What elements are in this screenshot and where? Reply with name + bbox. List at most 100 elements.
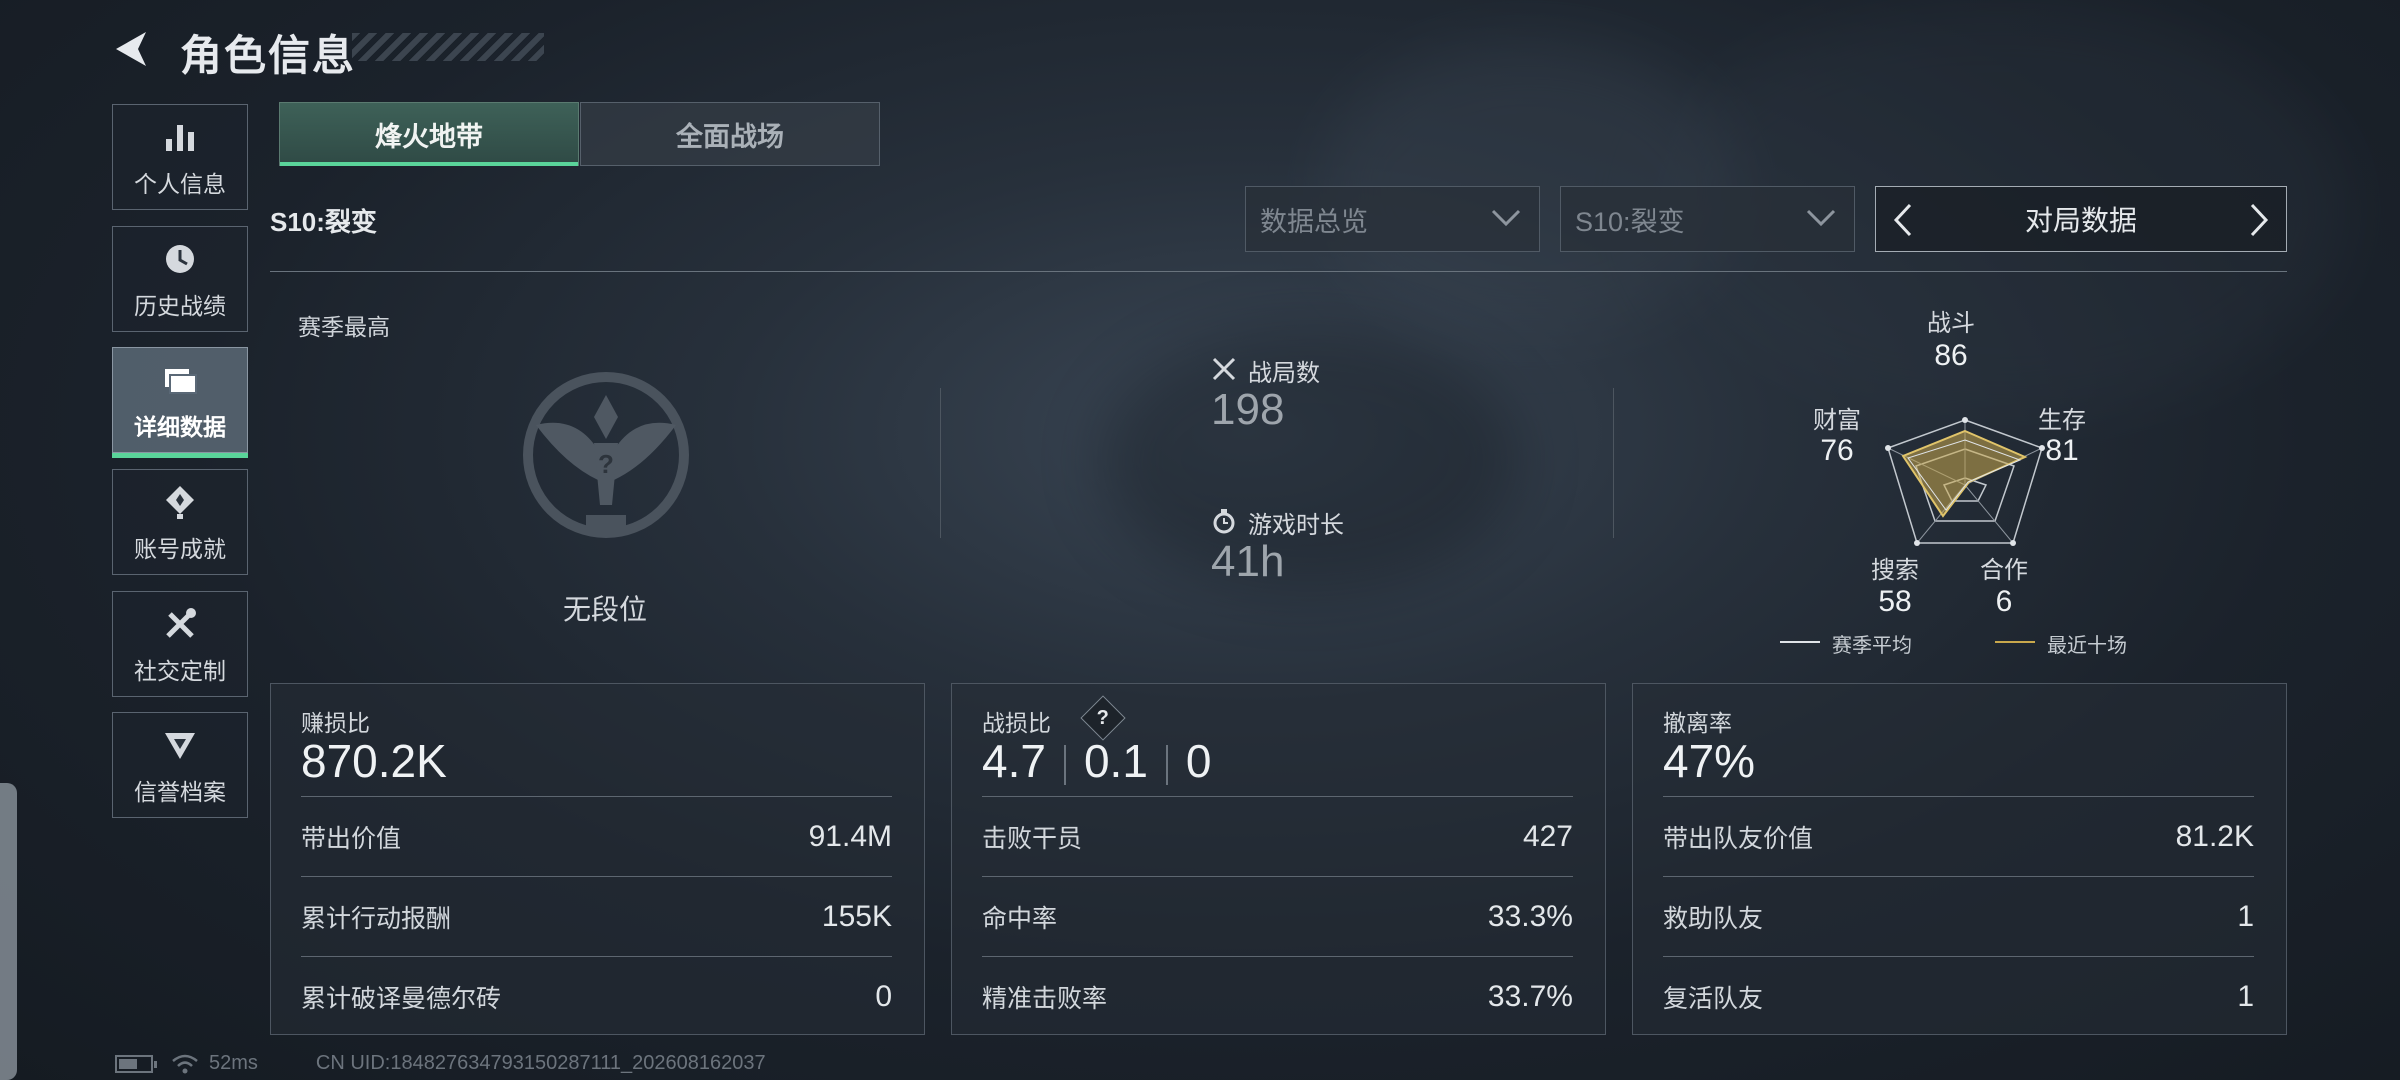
sidebar-item-social[interactable]: 社交定制 — [112, 591, 248, 697]
sidebar-item-detailed-data[interactable]: 详细数据 — [112, 347, 248, 458]
rank-text: 无段位 — [562, 594, 647, 625]
stat-value: 81.2K — [2175, 820, 2254, 853]
matches-value: 198 — [1211, 385, 1285, 434]
panel-title: 赚损比 — [301, 710, 370, 736]
dropdown-value: S10:裂变 — [1575, 206, 1685, 237]
rank-emblem-icon: ? — [523, 372, 689, 538]
stat-row: 累计破译曼德尔砖 0 — [301, 956, 892, 1037]
stat-row: 复活队友 1 — [1663, 956, 2254, 1037]
stat-label: 累计行动报酬 — [301, 905, 452, 933]
profit-panel: 赚损比 870.2K 带出价值 91.4M 累计行动报酬 155K 累计破译曼德… — [270, 683, 925, 1035]
battery-level — [119, 1058, 137, 1069]
radar-label-survival: 生存 — [2038, 407, 2086, 434]
stat-row: 累计行动报酬 155K — [301, 876, 892, 957]
sidebar-item-label: 个人信息 — [134, 171, 226, 197]
page-title: 角色信息 — [180, 32, 357, 79]
sidebar-item-personal-info[interactable]: 个人信息 — [112, 104, 248, 210]
help-icon: ? — [1096, 706, 1110, 729]
legend-recent-label: 最近十场 — [2047, 635, 2127, 657]
radar-value-wealth: 76 — [1820, 434, 1854, 467]
season-label: S10:裂变 — [270, 207, 377, 237]
kd-value-1: 4.7 — [982, 735, 1046, 787]
stat-value: 1 — [2237, 900, 2254, 933]
stat-value: 155K — [821, 900, 892, 933]
stat-row: 救助队友 1 — [1663, 876, 2254, 957]
extraction-panel: 撤离率 47% 带出队友价值 81.2K 救助队友 1 复活队友 1 — [1632, 683, 2287, 1035]
radar-label-wealth: 财富 — [1813, 407, 1861, 434]
status-bar: 52ms CN UID:184827634793150287111_202608… — [115, 1052, 766, 1075]
back-arrow-icon[interactable] — [108, 26, 154, 72]
kd-value-3: 0 — [1185, 735, 1212, 787]
achievement-icon — [166, 486, 194, 519]
stat-row: 命中率 33.3% — [982, 876, 1573, 957]
history-icon — [166, 245, 194, 273]
panel-main-value: 4.7 0.1 0 — [982, 734, 1212, 788]
stat-value: 0 — [875, 980, 892, 1013]
stat-label: 命中率 — [982, 905, 1058, 933]
stat-row: 击败干员 427 — [982, 796, 1573, 877]
legend-recent-swatch — [1995, 641, 2035, 643]
chevron-right-icon[interactable] — [2244, 201, 2274, 239]
folder-icon — [165, 369, 197, 394]
divider — [270, 271, 2287, 272]
stopwatch-icon — [1213, 509, 1235, 534]
stat-label: 击败干员 — [982, 825, 1083, 853]
radar-label-search: 搜索 — [1871, 557, 1919, 584]
match-data-label: 对局数据 — [2024, 205, 2137, 236]
chevron-left-icon[interactable] — [1888, 201, 1918, 239]
bar-chart-icon — [166, 125, 194, 151]
radar-recent-area — [1901, 429, 2028, 518]
title-decoration — [352, 33, 544, 61]
overview-dropdown[interactable]: 数据总览 — [1245, 186, 1540, 252]
sidebar-item-achievements[interactable]: 账号成就 — [112, 469, 248, 575]
kd-value-2: 0.1 — [1083, 735, 1148, 787]
sidebar-item-label: 历史战绩 — [134, 293, 226, 319]
wifi-icon — [172, 1054, 198, 1073]
playtime-label: 游戏时长 — [1248, 512, 1344, 539]
sidebar-item-reputation[interactable]: 信誉档案 — [112, 712, 248, 818]
radar-label-combat: 战斗 — [1927, 310, 1975, 337]
reputation-icon — [165, 733, 195, 759]
stat-row: 精准击败率 33.7% — [982, 956, 1573, 1037]
stat-label: 带出队友价值 — [1663, 825, 1814, 853]
sidebar-item-history[interactable]: 历史战绩 — [112, 226, 248, 332]
chevron-down-icon — [1491, 209, 1521, 227]
stat-label: 精准击败率 — [982, 985, 1108, 1013]
radar-value-cooperation: 6 — [1995, 585, 2013, 618]
stat-row: 带出价值 91.4M — [301, 796, 892, 877]
tools-icon — [166, 608, 196, 638]
divider — [940, 388, 941, 538]
separator — [1063, 744, 1066, 785]
stat-row: 带出队友价值 81.2K — [1663, 796, 2254, 877]
dropdown-value: 数据总览 — [1260, 206, 1368, 237]
battery-icon — [115, 1054, 157, 1073]
separator — [1165, 744, 1168, 785]
tab-full-battlefield[interactable]: 全面战场 — [580, 102, 880, 166]
crossed-swords-icon — [1212, 357, 1236, 381]
radar-label-cooperation: 合作 — [1980, 557, 2028, 584]
legend-average-label: 赛季平均 — [1832, 635, 1912, 657]
ping-value: 52ms — [209, 1052, 258, 1074]
season-dropdown[interactable]: S10:裂变 — [1560, 186, 1855, 252]
kd-panel: 战损比 ? 4.7 0.1 0 击败干员 427 命中率 33.3% 精准击败率 3… — [951, 683, 1606, 1035]
svg-text:?: ? — [598, 449, 614, 479]
stat-label: 复活队友 — [1663, 985, 1764, 1013]
radar-value-search: 58 — [1878, 585, 1912, 618]
side-drawer-handle[interactable] — [0, 783, 17, 1080]
tab-fenghuo-zone[interactable]: 烽火地带 — [279, 102, 579, 166]
uid-text: CN UID:184827634793150287111_20260816203… — [315, 1052, 766, 1074]
playtime-value: 41h — [1211, 537, 1285, 586]
panel-title: 战损比 — [982, 710, 1051, 736]
panel-main-value: 870.2K — [301, 735, 447, 787]
sidebar-item-label: 详细数据 — [134, 414, 226, 440]
matches-label: 战局数 — [1248, 360, 1320, 387]
stat-value: 427 — [1522, 820, 1573, 853]
sidebar-item-label: 社交定制 — [134, 658, 226, 684]
match-data-selector: 对局数据 — [1875, 186, 2287, 252]
stat-value: 33.3% — [1487, 900, 1573, 933]
stat-label: 累计破译曼德尔砖 — [301, 985, 502, 1013]
radar-value-survival: 81 — [2045, 434, 2079, 467]
divider — [1613, 388, 1614, 538]
stat-value: 91.4M — [808, 820, 892, 853]
stat-value: 33.7% — [1487, 980, 1573, 1013]
